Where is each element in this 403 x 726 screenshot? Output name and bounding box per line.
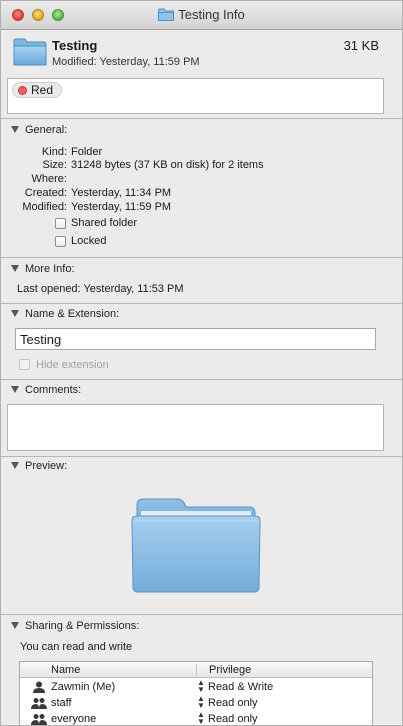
column-header-name[interactable]: Name: [51, 664, 80, 676]
general-row-kind: Kind: Folder: [1, 146, 401, 160]
section-sharing-permissions[interactable]: Sharing & Permissions:: [11, 620, 139, 632]
privilege-popup[interactable]: Read & Write: [208, 681, 273, 693]
general-row-modified: Modified: Yesterday, 11:59 PM: [1, 201, 401, 215]
red-tag-dot-icon: [18, 86, 27, 95]
disclosure-triangle-icon[interactable]: [11, 126, 19, 133]
kind-label: Kind:: [41, 146, 67, 158]
group-icon: [31, 714, 47, 725]
shared-folder-label: Shared folder: [71, 217, 138, 229]
title-bar[interactable]: Testing Info: [1, 1, 402, 30]
size-label: Size:: [42, 159, 67, 171]
disclosure-triangle-icon[interactable]: [11, 462, 19, 469]
popup-arrows-icon[interactable]: ▲ ▼: [197, 679, 205, 694]
tag-label: Red: [31, 83, 54, 97]
user-icon: [33, 681, 45, 693]
section-general[interactable]: General:: [11, 124, 67, 136]
name-field[interactable]: Testing: [15, 328, 376, 350]
kind-value: Folder: [71, 146, 103, 158]
last-opened: Last opened: Yesterday, 11:53 PM: [17, 283, 184, 295]
disclosure-triangle-icon[interactable]: [11, 622, 19, 629]
divider: [1, 303, 402, 304]
section-name-extension-title: Name & Extension:: [25, 308, 120, 320]
section-more-info[interactable]: More Info:: [11, 263, 75, 275]
divider: [1, 456, 402, 457]
section-name-extension[interactable]: Name & Extension:: [11, 308, 119, 320]
comments-field[interactable]: [7, 404, 384, 451]
column-divider: [196, 664, 197, 676]
popup-arrows-icon[interactable]: ▲ ▼: [197, 695, 205, 710]
hide-extension-label: Hide extension: [36, 359, 109, 371]
folder-icon: [13, 38, 47, 66]
disclosure-triangle-icon[interactable]: [11, 265, 19, 272]
created-label: Created:: [24, 187, 67, 199]
section-more-info-title: More Info:: [25, 263, 75, 275]
tag-red[interactable]: Red: [12, 82, 63, 98]
section-comments-title: Comments:: [25, 384, 82, 396]
divider: [1, 118, 402, 119]
size-value: 31248 bytes (37 KB on disk) for 2 items: [71, 159, 264, 171]
disclosure-triangle-icon[interactable]: [11, 310, 19, 317]
divider: [1, 257, 402, 258]
window-title: Testing Info: [1, 7, 402, 22]
permission-row[interactable]: Zawmin (Me) ▲ ▼ Read & Write: [20, 679, 372, 695]
modified-value: Yesterday, 11:59 PM: [71, 201, 172, 213]
group-icon: [31, 698, 47, 709]
file-name: Testing: [52, 38, 98, 53]
general-row-size: Size: 31248 bytes (37 KB on disk) for 2 …: [1, 159, 401, 173]
privilege-popup[interactable]: Read only: [208, 697, 258, 709]
created-value: Yesterday, 11:34 PM: [71, 187, 172, 199]
locked-checkbox[interactable]: [55, 236, 66, 247]
folder-icon: [158, 8, 175, 21]
permission-row[interactable]: staff ▲ ▼ Read only: [20, 695, 372, 711]
column-header-privilege[interactable]: Privilege: [209, 664, 251, 676]
divider: [1, 379, 402, 380]
disclosure-triangle-icon[interactable]: [11, 386, 19, 393]
info-window: Testing Info Testing 31 KB Modified: Yes…: [0, 0, 403, 726]
section-sharing-title: Sharing & Permissions:: [25, 620, 140, 632]
file-modified: Modified: Yesterday, 11:59 PM: [52, 56, 200, 68]
popup-arrows-icon[interactable]: ▲ ▼: [197, 711, 205, 726]
folder-preview-icon: [131, 498, 261, 593]
tags-field[interactable]: Red: [7, 78, 384, 114]
divider: [1, 614, 402, 615]
privilege-popup[interactable]: Read only: [208, 713, 258, 725]
where-label: Where:: [31, 173, 67, 185]
modified-label: Modified:: [22, 201, 67, 213]
permission-user-name: everyone: [51, 713, 97, 725]
file-size: 31 KB: [343, 38, 379, 53]
permission-user-name: staff: [51, 697, 72, 709]
window-title-text: Testing Info: [178, 7, 245, 22]
file-header: Testing 31 KB Modified: Yesterday, 11:59…: [1, 30, 402, 76]
permissions-table-header: Name Privilege: [20, 662, 372, 678]
section-preview[interactable]: Preview:: [11, 460, 67, 472]
locked-label: Locked: [71, 235, 107, 247]
permission-status: You can read and write: [20, 641, 133, 653]
section-general-title: General:: [25, 124, 68, 136]
section-comments[interactable]: Comments:: [11, 384, 81, 396]
general-row-where: Where:: [1, 173, 401, 187]
permissions-table: Name Privilege Zawmin (Me) ▲ ▼ Read & Wri…: [19, 661, 373, 726]
general-row-created: Created: Yesterday, 11:34 PM: [1, 187, 401, 201]
permission-user-name: Zawmin (Me): [51, 681, 116, 693]
section-preview-title: Preview:: [25, 460, 68, 472]
shared-folder-checkbox[interactable]: [55, 218, 66, 229]
permission-row[interactable]: everyone ▲ ▼ Read only: [20, 711, 372, 726]
hide-extension-checkbox[interactable]: [19, 359, 30, 370]
